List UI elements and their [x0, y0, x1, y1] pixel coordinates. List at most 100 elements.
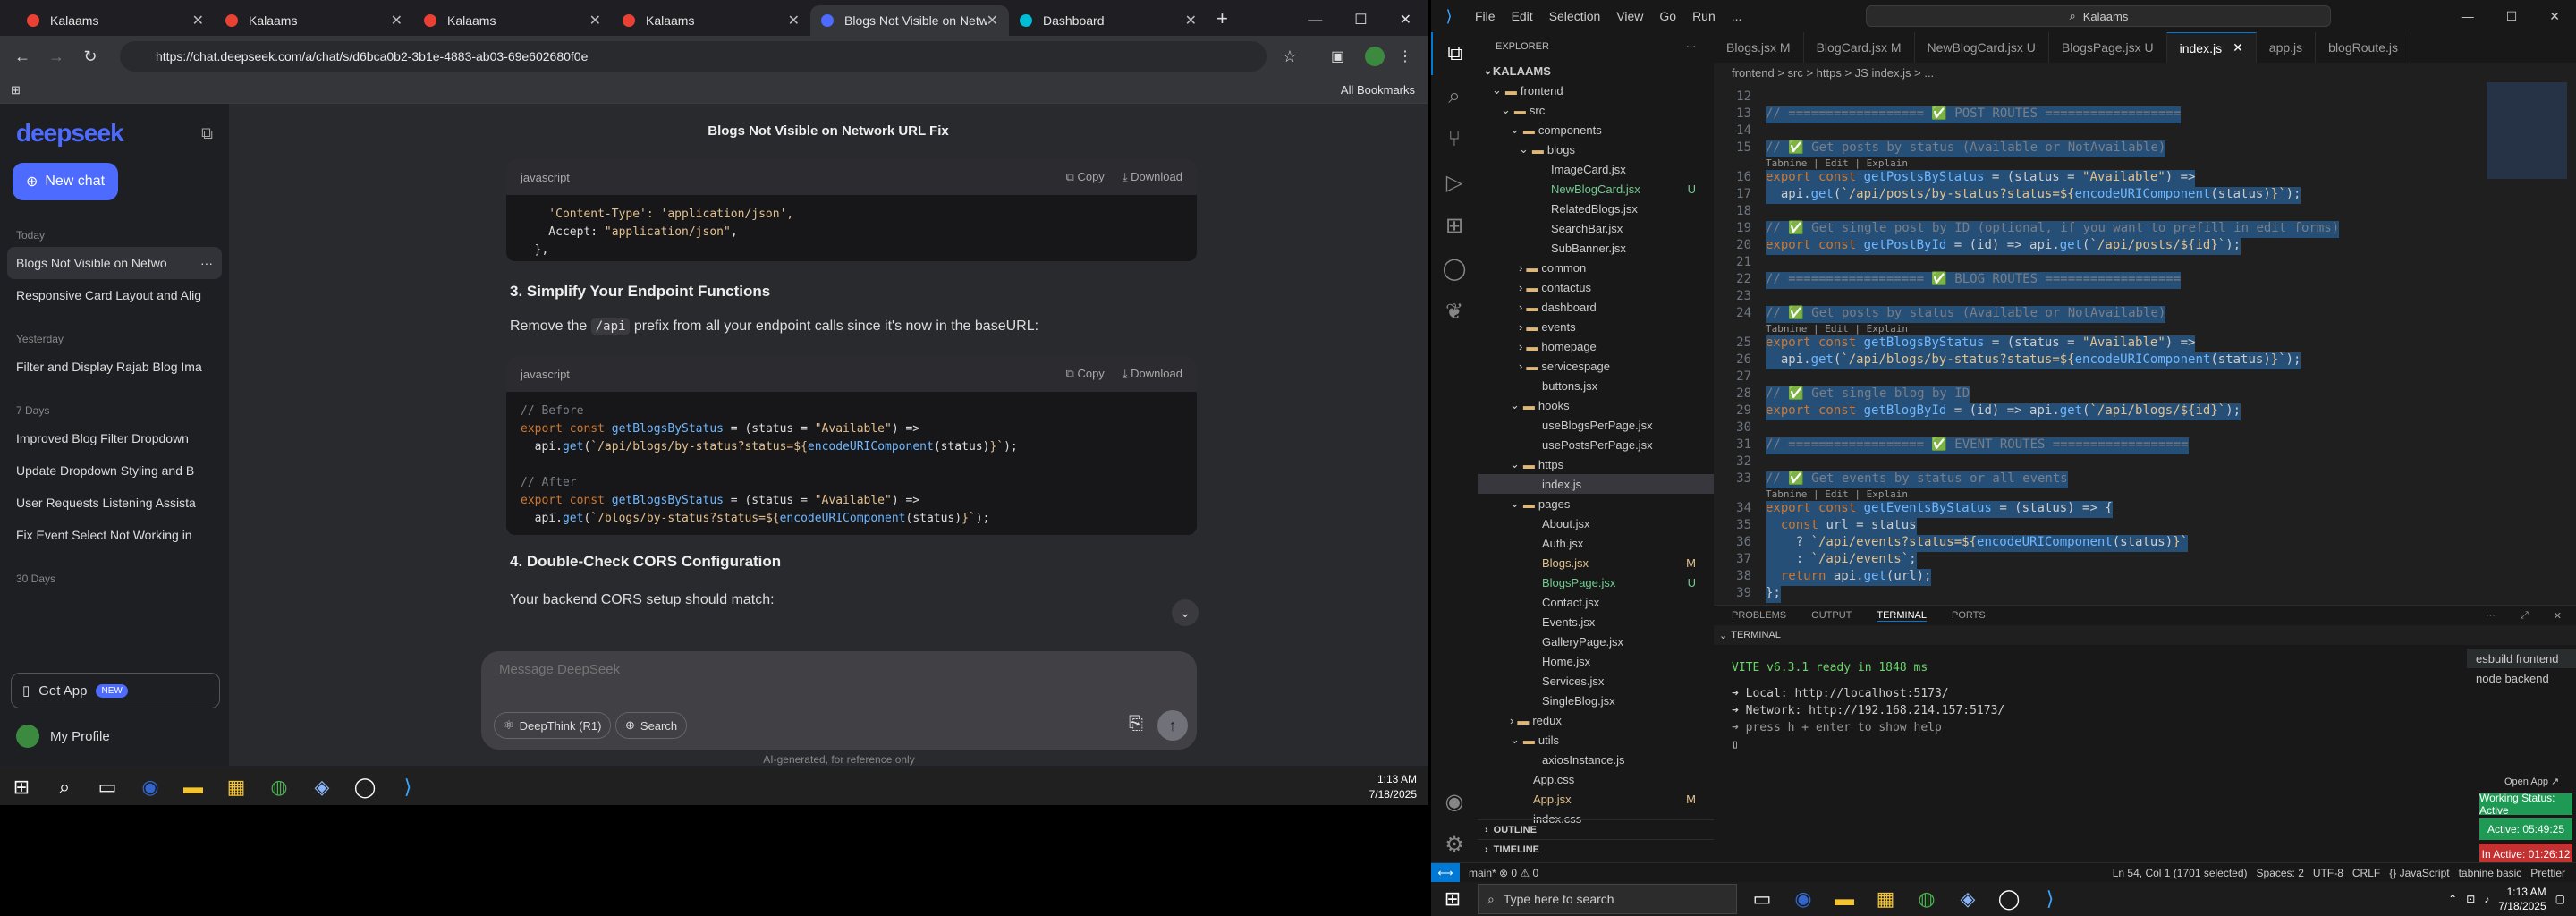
history-item[interactable]: Fix Event Select Not Working in — [0, 519, 229, 551]
all-bookmarks[interactable]: All Bookmarks — [1341, 83, 1415, 97]
minimap[interactable] — [2487, 82, 2567, 179]
github-icon[interactable]: ◯ — [1431, 247, 1478, 290]
close-window-icon[interactable]: ✕ — [1384, 11, 1428, 36]
tree-root[interactable]: ⌄ KALAAMS — [1478, 61, 1714, 81]
attach-icon[interactable]: ⎘ — [1129, 714, 1143, 734]
store-icon[interactable]: ▦ — [220, 771, 252, 803]
settings-gear-icon[interactable]: ⚙ — [1431, 823, 1478, 866]
profile[interactable]: My Profile — [16, 725, 110, 748]
copy-button[interactable]: ⧉ Copy — [1066, 170, 1105, 184]
menu-selection[interactable]: Selection — [1541, 9, 1609, 23]
search-icon[interactable]: ⌕ — [48, 771, 80, 803]
browser-tab[interactable]: Kalaams ✕ — [612, 5, 810, 36]
download-button[interactable]: ⤓ Download — [1123, 367, 1182, 381]
task-view-icon[interactable]: ▭ — [91, 771, 123, 803]
task-view-icon[interactable]: ▭ — [1746, 883, 1778, 915]
taskbar-search[interactable]: ⌕ Type here to search — [1478, 884, 1737, 914]
maximize-icon[interactable]: ☐ — [2490, 9, 2534, 24]
windows-start-icon[interactable]: ⊞ — [1436, 883, 1469, 915]
history-item[interactable]: Filter and Display Rajab Blog Ima — [0, 351, 229, 383]
editor-tab-active[interactable]: index.js ✕ — [2166, 32, 2257, 63]
source-control-icon[interactable]: ⑂ — [1431, 118, 1478, 161]
menu-edit[interactable]: Edit — [1504, 9, 1541, 23]
terminal-instance[interactable]: node backend — [2467, 668, 2576, 688]
tree-file[interactable]: Blogs.jsx M — [1478, 553, 1714, 572]
minimize-icon[interactable]: — — [1292, 13, 1338, 36]
tree-folder[interactable]: › ▬ dashboard — [1478, 297, 1714, 317]
tree-folder[interactable]: ⌄ ▬ utils — [1478, 730, 1714, 750]
run-debug-icon[interactable]: ▷ — [1431, 161, 1478, 204]
menu-run[interactable]: Run — [1684, 9, 1724, 23]
browser-tab-active[interactable]: Blogs Not Visible on Netwo ✕ — [810, 5, 1009, 36]
tree-folder[interactable]: › ▬ homepage — [1478, 336, 1714, 356]
editor-tab[interactable]: BlogsPage.jsx U — [2049, 32, 2167, 63]
terminal-instance[interactable]: esbuild frontend — [2467, 649, 2576, 668]
menu-file[interactable]: File — [1467, 9, 1504, 23]
tree-file[interactable]: SingleBlog.jsx — [1478, 691, 1714, 710]
command-center[interactable]: ⌕ Kalaams — [1866, 5, 2332, 27]
extensions-icon[interactable]: ⊞ — [1431, 204, 1478, 247]
close-icon[interactable]: ✕ — [589, 12, 601, 30]
menu-view[interactable]: View — [1608, 9, 1651, 23]
tree-folder[interactable]: ⌄ ▬ frontend — [1478, 81, 1714, 100]
status-left[interactable]: main* ⊗ 0 ⚠ 0 — [1469, 867, 1538, 879]
close-icon[interactable]: ✕ — [192, 12, 204, 30]
terminal-output[interactable]: VITE v6.3.1 ready in 1848 ms ➜ Local: ht… — [1732, 659, 2004, 753]
deepthink-button[interactable]: ⚛ DeepThink (R1) — [494, 712, 612, 739]
vscode-icon[interactable]: ⟩ — [2034, 883, 2066, 915]
editor-tab[interactable]: blogRoute.js — [2316, 32, 2411, 63]
status-right[interactable]: Ln 54, Col 1 (1701 selected) Spaces: 2 U… — [2113, 867, 2576, 879]
maximize-icon[interactable]: ☐ — [1338, 11, 1383, 36]
chrome-icon[interactable]: ◍ — [263, 771, 295, 803]
message-input[interactable] — [499, 662, 1161, 677]
menu-more[interactable]: ... — [1724, 9, 1750, 23]
forward-icon[interactable]: → — [43, 47, 70, 66]
search-button[interactable]: ⊕ Search — [615, 712, 688, 739]
new-tab-icon[interactable]: + — [1208, 7, 1237, 36]
panel-tab-problems[interactable]: PROBLEMS — [1732, 610, 1786, 621]
tree-folder[interactable]: › ▬ redux — [1478, 710, 1714, 730]
app-icon[interactable]: ◈ — [1952, 883, 1984, 915]
menu-go[interactable]: Go — [1651, 9, 1684, 23]
tree-file[interactable]: axiosInstance.js — [1478, 750, 1714, 769]
network-icon[interactable]: ⊡ — [2466, 893, 2475, 905]
extension-icon[interactable]: ▣ — [1331, 47, 1358, 65]
notification-icon[interactable]: ▢ — [2555, 893, 2565, 905]
browser-tab[interactable]: Kalaams ✕ — [413, 5, 612, 36]
browser-tab[interactable]: Dashboard ✕ — [1009, 5, 1208, 36]
windows-start-icon[interactable]: ⊞ — [5, 771, 38, 803]
tree-folder[interactable]: ⌄ ▬ src — [1478, 100, 1714, 120]
more-icon[interactable]: ··· — [200, 256, 213, 270]
tree-folder[interactable]: ⌄ ▬ components — [1478, 120, 1714, 140]
tree-file[interactable]: usePostsPerPage.jsx — [1478, 435, 1714, 454]
tree-file[interactable]: ImageCard.jsx — [1478, 159, 1714, 179]
editor-tab[interactable]: NewBlogCard.jsx U — [1915, 32, 2049, 63]
scroll-down-button[interactable]: ⌄ — [1172, 599, 1199, 626]
clock[interactable]: 1:13 AM 7/18/2025 — [1369, 772, 1428, 802]
close-icon[interactable]: ✕ — [987, 12, 998, 30]
browser-tab[interactable]: Kalaams ✕ — [16, 5, 215, 36]
tree-file[interactable]: App.jsx M — [1478, 789, 1714, 809]
tree-file[interactable]: SearchBar.jsx — [1478, 218, 1714, 238]
explorer-icon[interactable]: ⧉ — [1431, 32, 1478, 75]
tree-file[interactable]: NewBlogCard.jsx U — [1478, 179, 1714, 199]
panel-tab-terminal[interactable]: TERMINAL — [1877, 610, 1927, 622]
tree-folder[interactable]: ⌄ ▬ hooks — [1478, 395, 1714, 415]
menu-icon[interactable]: ⋮ — [1392, 47, 1419, 65]
close-panel-icon[interactable]: ✕ — [2554, 610, 2576, 622]
remote-icon[interactable]: ⟷ — [1431, 862, 1460, 883]
tree-file[interactable]: BlogsPage.jsx U — [1478, 572, 1714, 592]
panel-tab-ports[interactable]: PORTS — [1952, 610, 1986, 621]
tree-file[interactable]: Home.jsx — [1478, 651, 1714, 671]
tree-file[interactable]: SubBanner.jsx — [1478, 238, 1714, 258]
history-item-active[interactable]: Blogs Not Visible on Netwo ··· — [7, 247, 222, 279]
github-icon[interactable]: ◯ — [1993, 883, 2025, 915]
mongodb-icon[interactable]: ❦ — [1431, 290, 1478, 333]
github-icon[interactable]: ◯ — [349, 771, 381, 803]
clock[interactable]: 1:13 AM 7/18/2025 — [2498, 885, 2546, 913]
tree-file-active[interactable]: index.js — [1478, 474, 1714, 494]
send-button[interactable]: ↑ — [1157, 710, 1188, 741]
tree-folder[interactable]: › ▬ common — [1478, 258, 1714, 277]
editor-tab[interactable]: BlogCard.jsx M — [1804, 32, 1915, 63]
browser-tab[interactable]: Kalaams ✕ — [215, 5, 413, 36]
